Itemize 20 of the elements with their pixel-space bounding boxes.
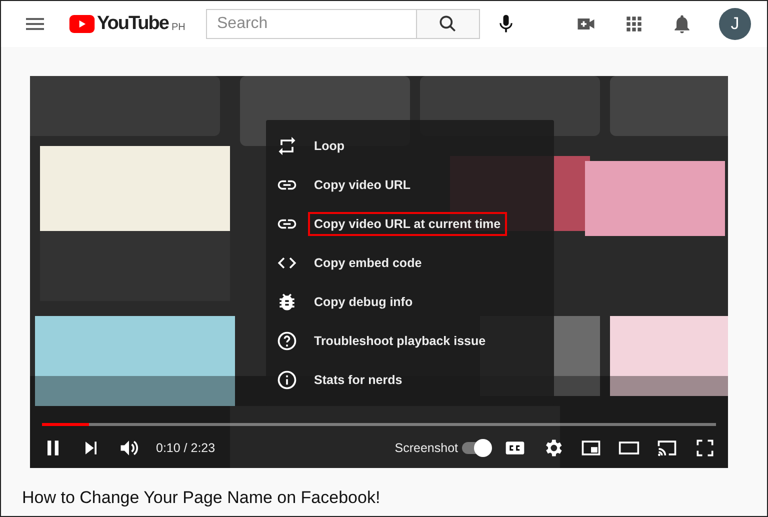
video-title: How to Change Your Page Name on Facebook! xyxy=(22,488,382,508)
time-display: 0:10 / 2:23 xyxy=(156,441,216,455)
menu-item[interactable]: Copy video URL at current time xyxy=(266,204,554,243)
play-logo-icon xyxy=(69,15,95,33)
info-icon xyxy=(276,368,298,390)
search-button[interactable] xyxy=(416,9,480,39)
menu-item[interactable]: Stats for nerds xyxy=(266,360,554,399)
menu-item[interactable]: Copy video URL xyxy=(266,165,554,204)
menu-item[interactable]: Troubleshoot playback issue xyxy=(266,321,554,360)
help-icon xyxy=(276,330,298,352)
menu-item[interactable]: Copy embed code xyxy=(266,243,554,282)
avatar[interactable]: J xyxy=(719,8,751,40)
logo-text[interactable]: YouTube xyxy=(97,13,168,35)
screenshot-label: Screenshot xyxy=(394,441,458,455)
menu-item[interactable]: Copy debug info xyxy=(266,282,554,321)
region-label: PH xyxy=(171,22,186,33)
loop-icon xyxy=(276,134,298,156)
search-field[interactable]: Search xyxy=(206,9,416,39)
menu-item[interactable]: Loop xyxy=(266,126,554,165)
fullscreen-icon[interactable] xyxy=(694,437,716,459)
